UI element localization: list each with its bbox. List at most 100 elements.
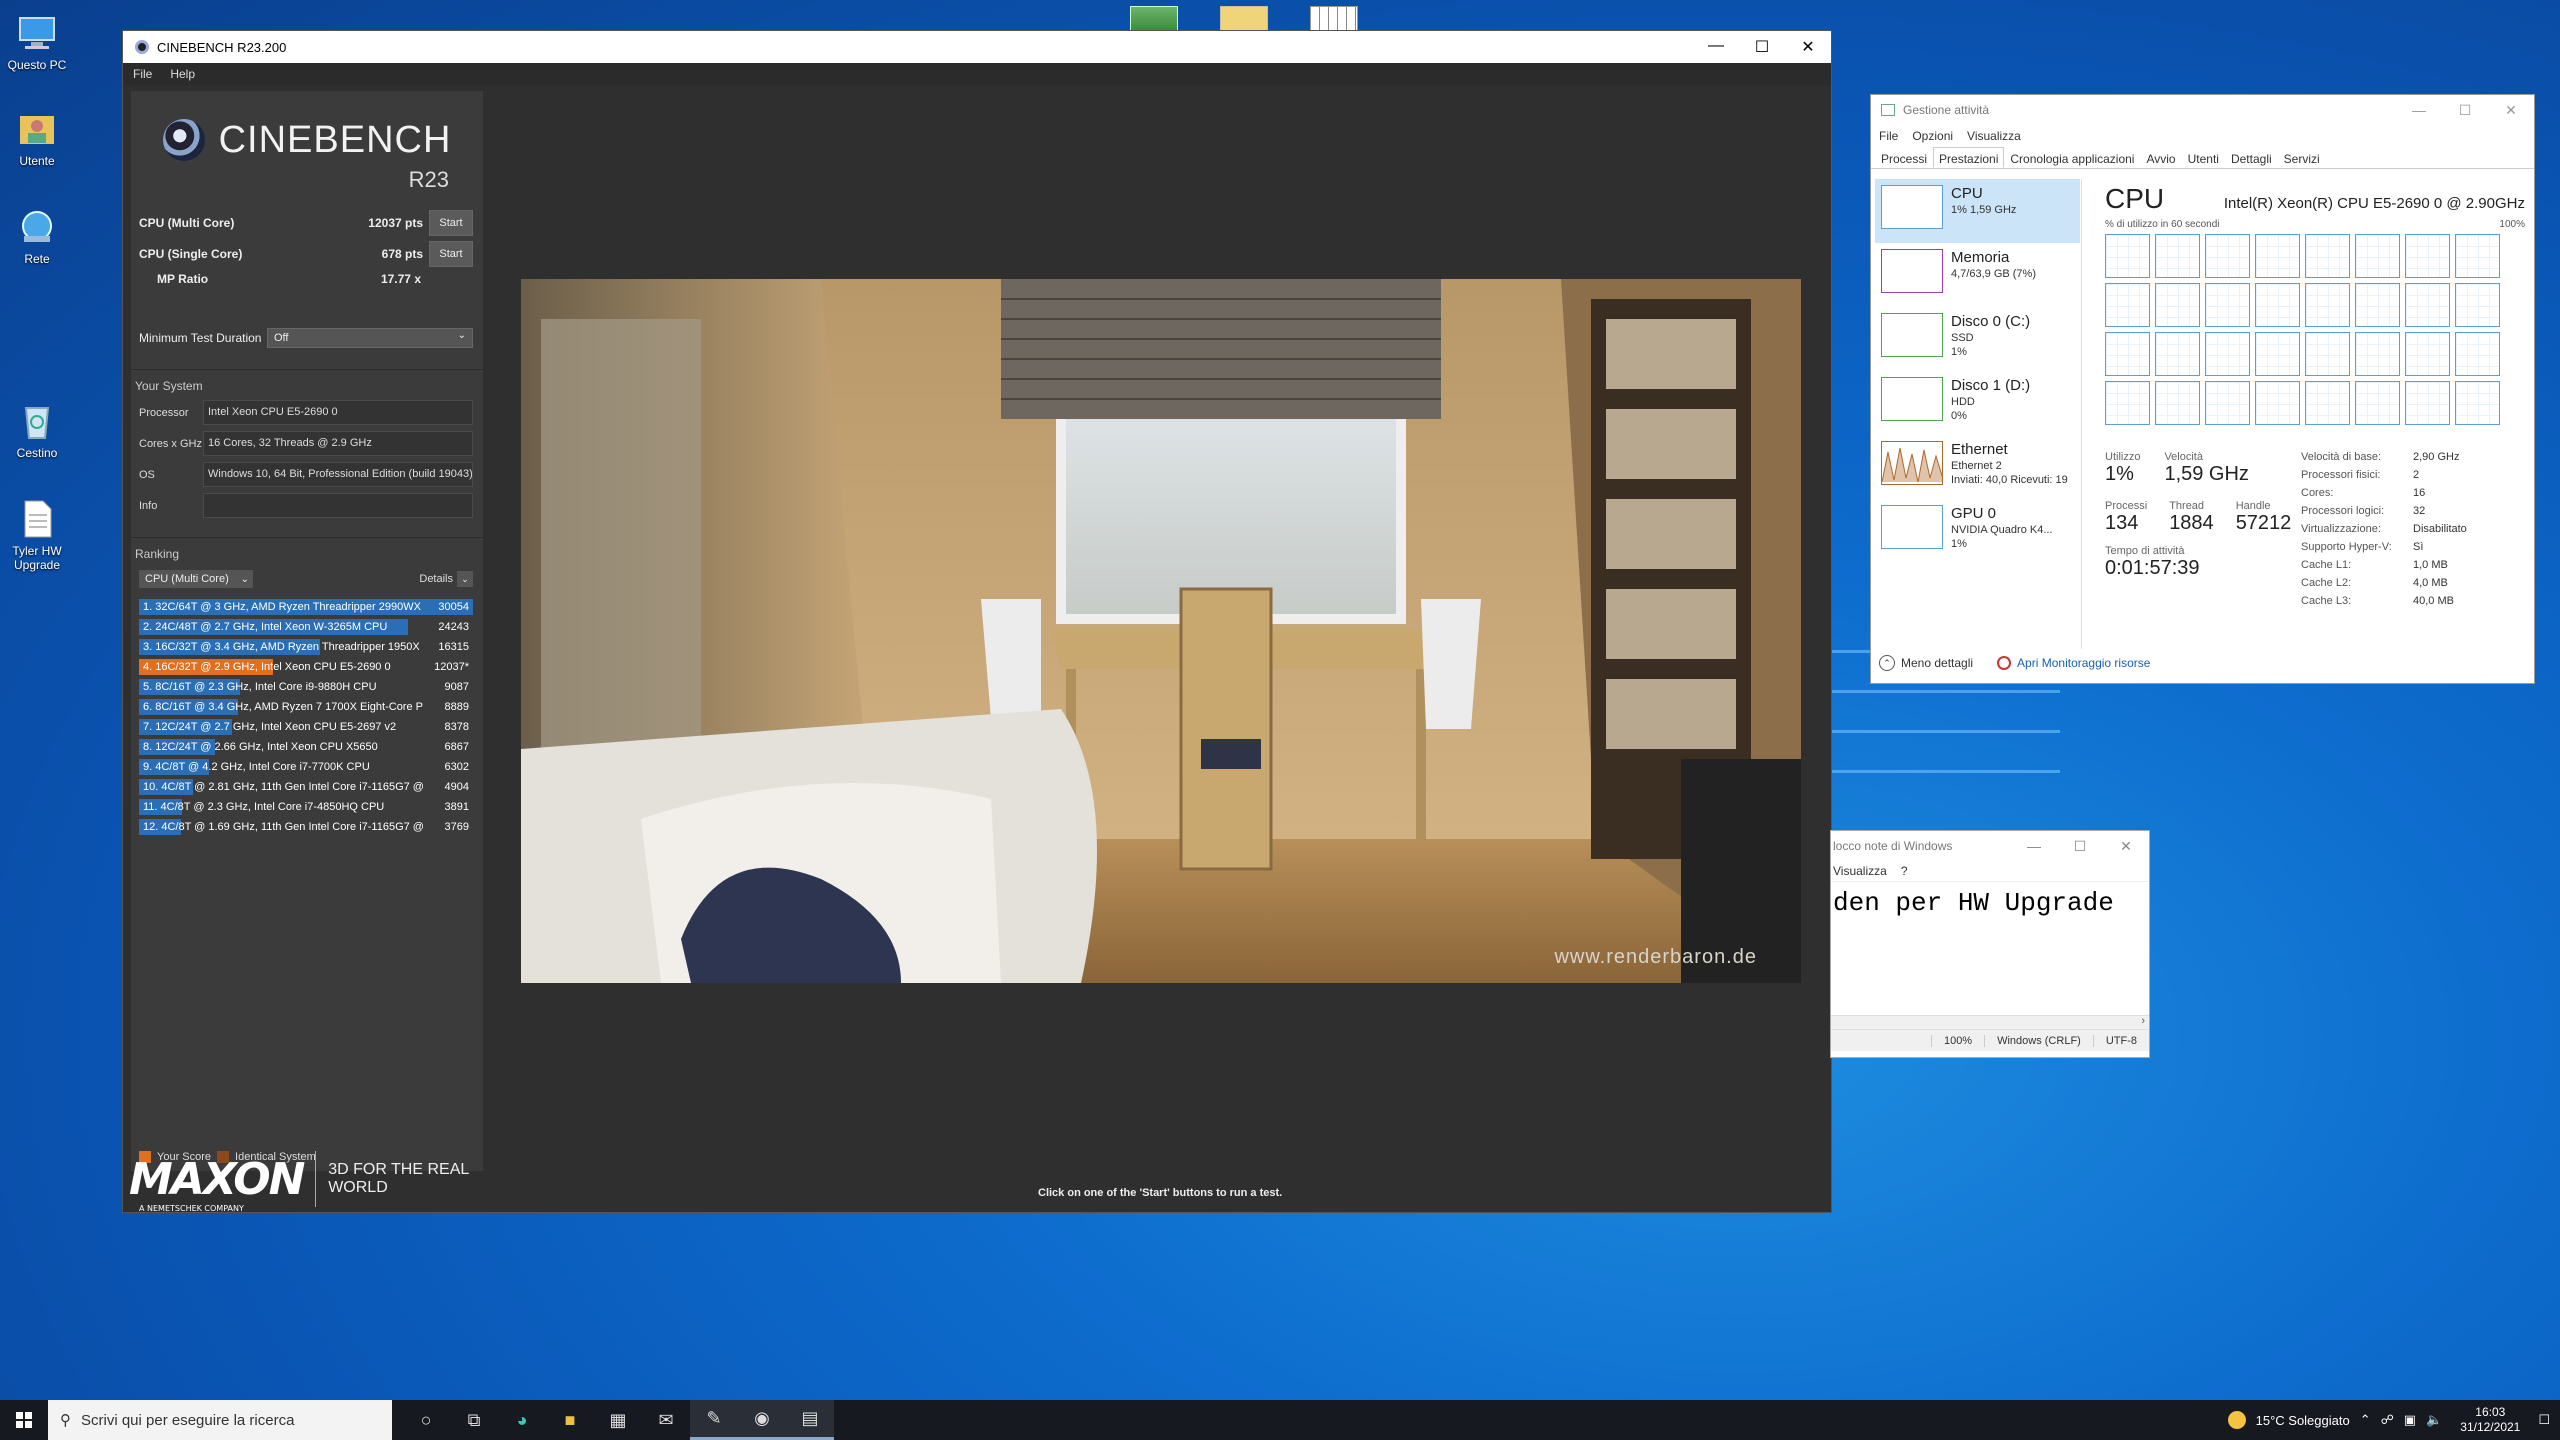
tab-servizi[interactable]: Servizi [2278,147,2326,168]
ranking-item[interactable]: 5. 8C/16T @ 2.3 GHz, Intel Core i9-9880H… [139,677,473,697]
mail-icon[interactable]: ✉ [642,1400,690,1440]
perf-item[interactable]: Ethernet Ethernet 2 Inviati: 40,0 Ricevuti… [1875,435,2080,499]
cinebench-window[interactable]: CINEBENCH R23.200 — ☐ ✕ File Help CINEBE… [122,30,1832,1213]
ranking-item[interactable]: 9. 4C/8T @ 4.2 GHz, Intel Core i7-7700K … [139,757,473,777]
taskbar-search-box[interactable]: ⚲ Scrivi qui per eseguire la ricerca [48,1400,392,1440]
file-explorer-icon[interactable]: ■ [546,1400,594,1440]
desktop-icon-recycle-bin[interactable]: Cestino [0,400,74,460]
ranking-item[interactable]: 4. 16C/32T @ 2.9 GHz, Intel Xeon CPU E5-… [139,657,473,677]
notepad-window[interactable]: locco note di Windows — ☐ ✕ Visualizza ?… [1830,830,2150,1058]
desktop-icon-network[interactable]: Rete [0,206,74,266]
menu-file[interactable]: File [1879,129,1898,143]
weather-sun-icon[interactable] [2227,1411,2246,1429]
ranking-label: 1. 32C/64T @ 3 GHz, AMD Ryzen Threadripp… [143,601,421,613]
cinebench-titlebar[interactable]: CINEBENCH R23.200 — ☐ ✕ [123,31,1831,63]
chevron-right-icon[interactable]: › [2141,1015,2145,1027]
logical-processor-graph [2305,283,2350,327]
perf-item[interactable]: GPU 0 NVIDIA Quadro K4... 1% [1875,499,2080,563]
tab-processi[interactable]: Processi [1875,147,1933,168]
network-tray-icon[interactable]: ☍ [2381,1412,2394,1428]
menu-view[interactable]: Visualizza [1833,864,1887,878]
ranking-item[interactable]: 10. 4C/8T @ 2.81 GHz, 11th Gen Intel Cor… [139,777,473,797]
ranking-item[interactable]: 6. 8C/16T @ 3.4 GHz, AMD Ryzen 7 1700X E… [139,697,473,717]
perf-meta: Ethernet Ethernet 2 Inviati: 40,0 Ricevuti… [1951,441,2068,493]
ranking-toolbar: CPU (Multi Core) ⌄ Details ⌄ [131,565,483,593]
fewer-details-button[interactable]: ⌃ Meno dettagli [1879,655,1973,671]
close-icon[interactable]: ✕ [2488,102,2534,119]
start-button[interactable] [0,1400,48,1440]
task-manager-titlebar[interactable]: Gestione attività — ☐ ✕ [1871,95,2534,125]
maximize-icon[interactable]: ☐ [1739,37,1785,57]
tab-utenti[interactable]: Utenti [2182,147,2225,168]
task-manager-taskbar-icon[interactable]: ▤ [786,1400,834,1440]
taskbar-clock[interactable]: 16:03 31/12/2021 [2460,1405,2520,1435]
start-multi-button[interactable]: Start [429,209,473,236]
cinebench-taskbar-icon[interactable]: ◉ [738,1400,786,1440]
min-duration-value: Off [274,332,289,344]
volume-icon[interactable]: 🔈 [2426,1412,2442,1428]
ranking-item[interactable]: 3. 16C/32T @ 3.4 GHz, AMD Ryzen Threadri… [139,637,473,657]
perf-detail: NVIDIA Quadro K4... [1951,524,2053,536]
task-view-icon[interactable]: ⧉ [450,1400,498,1440]
system-value: Intel Xeon CPU E5-2690 0 [203,400,473,425]
minimize-icon[interactable]: — [2396,102,2442,119]
details-toggle[interactable]: ⌄ [457,571,473,587]
logical-processor-graph [2205,332,2250,376]
perf-item[interactable]: Memoria 4,7/63,9 GB (7%) [1875,243,2080,307]
desktop-icon-text-file[interactable]: Tyler HW Upgrade [0,498,74,572]
chevron-up-icon[interactable]: ⌃ [2360,1412,2371,1428]
tab-dettagli[interactable]: Dettagli [2225,147,2278,168]
minimize-icon[interactable]: — [2011,838,2057,855]
microsoft-store-icon[interactable]: ▦ [594,1400,642,1440]
perf-item[interactable]: CPU 1% 1,59 GHz [1875,179,2080,243]
ranking-item[interactable]: 7. 12C/24T @ 2.7 GHz, Intel Xeon CPU E5-… [139,717,473,737]
perf-name: Disco 1 (D:) [1951,377,2031,394]
task-manager-menubar: File Opzioni Visualizza [1871,125,2534,147]
perf-item[interactable]: Disco 0 (C:) SSD 1% [1875,307,2080,371]
menu-help[interactable]: Help [170,67,195,81]
tab-cronologia-applicazioni[interactable]: Cronologia applicazioni [2004,147,2140,168]
task-manager-window[interactable]: Gestione attività — ☐ ✕ File Opzioni Vis… [1870,94,2535,684]
notifications-icon[interactable]: ☐ [2538,1412,2550,1428]
image-file-icon[interactable] [1130,6,1178,32]
tab-prestazioni[interactable]: Prestazioni [1933,147,2005,168]
status-line-ending: Windows (CRLF) [1984,1034,2093,1047]
ranking-item[interactable]: 12. 4C/8T @ 1.69 GHz, 11th Gen Intel Cor… [139,817,473,837]
menu-file[interactable]: File [133,67,152,81]
ranking-select[interactable]: CPU (Multi Core) ⌄ [139,570,253,588]
start-single-button[interactable]: Start [429,240,473,267]
spreadsheet-icon[interactable] [1310,6,1358,32]
cpu-detail-key: Virtualizzazione: [2301,523,2381,535]
perf-item[interactable]: Disco 1 (D:) HDD 0% [1875,371,2080,435]
logo-version: R23 [408,167,449,192]
minimize-icon[interactable]: — [1693,37,1739,57]
menu-options[interactable]: Opzioni [1912,129,1953,143]
weather-text[interactable]: 15°C Soleggiato [2256,1413,2350,1428]
cortana-icon[interactable]: ○ [402,1400,450,1440]
ranking-item[interactable]: 2. 24C/48T @ 2.7 GHz, Intel Xeon W-3265M… [139,617,473,637]
close-icon[interactable]: ✕ [1785,37,1831,57]
edge-browser-icon[interactable]: ◕ [498,1400,546,1440]
notepad-text-area[interactable]: den per HW Upgrade [1831,881,2149,1015]
min-duration-select[interactable]: Off ⌄ [267,328,473,348]
notepad-titlebar[interactable]: locco note di Windows — ☐ ✕ [1831,831,2149,861]
desktop-icon-this-pc[interactable]: Questo PC [0,12,74,72]
stat-value: 1884 [2169,512,2214,534]
maximize-icon[interactable]: ☐ [2442,102,2488,119]
ranking-item[interactable]: 1. 32C/64T @ 3 GHz, AMD Ryzen Threadripp… [139,597,473,617]
open-resource-monitor-link[interactable]: Apri Monitoraggio risorse [1997,656,2150,670]
close-icon[interactable]: ✕ [2103,838,2149,855]
logical-processor-graph [2455,381,2500,425]
horizontal-scrollbar[interactable]: › [1831,1015,2149,1029]
maximize-icon[interactable]: ☐ [2057,838,2103,855]
menu-help[interactable]: ? [1901,864,1908,878]
ranking-item[interactable]: 8. 12C/24T @ 2.66 GHz, Intel Xeon CPU X5… [139,737,473,757]
ranking-item[interactable]: 11. 4C/8T @ 2.3 GHz, Intel Core i7-4850H… [139,797,473,817]
folder-icon[interactable] [1220,6,1268,32]
tab-avvio[interactable]: Avvio [2140,147,2181,168]
desktop-icon-user[interactable]: Utente [0,108,74,168]
notepad-taskbar-icon[interactable]: ✎ [690,1400,738,1440]
info-input[interactable] [203,493,473,518]
monitor-tray-icon[interactable]: ▣ [2404,1412,2416,1428]
menu-view[interactable]: Visualizza [1967,129,2021,143]
